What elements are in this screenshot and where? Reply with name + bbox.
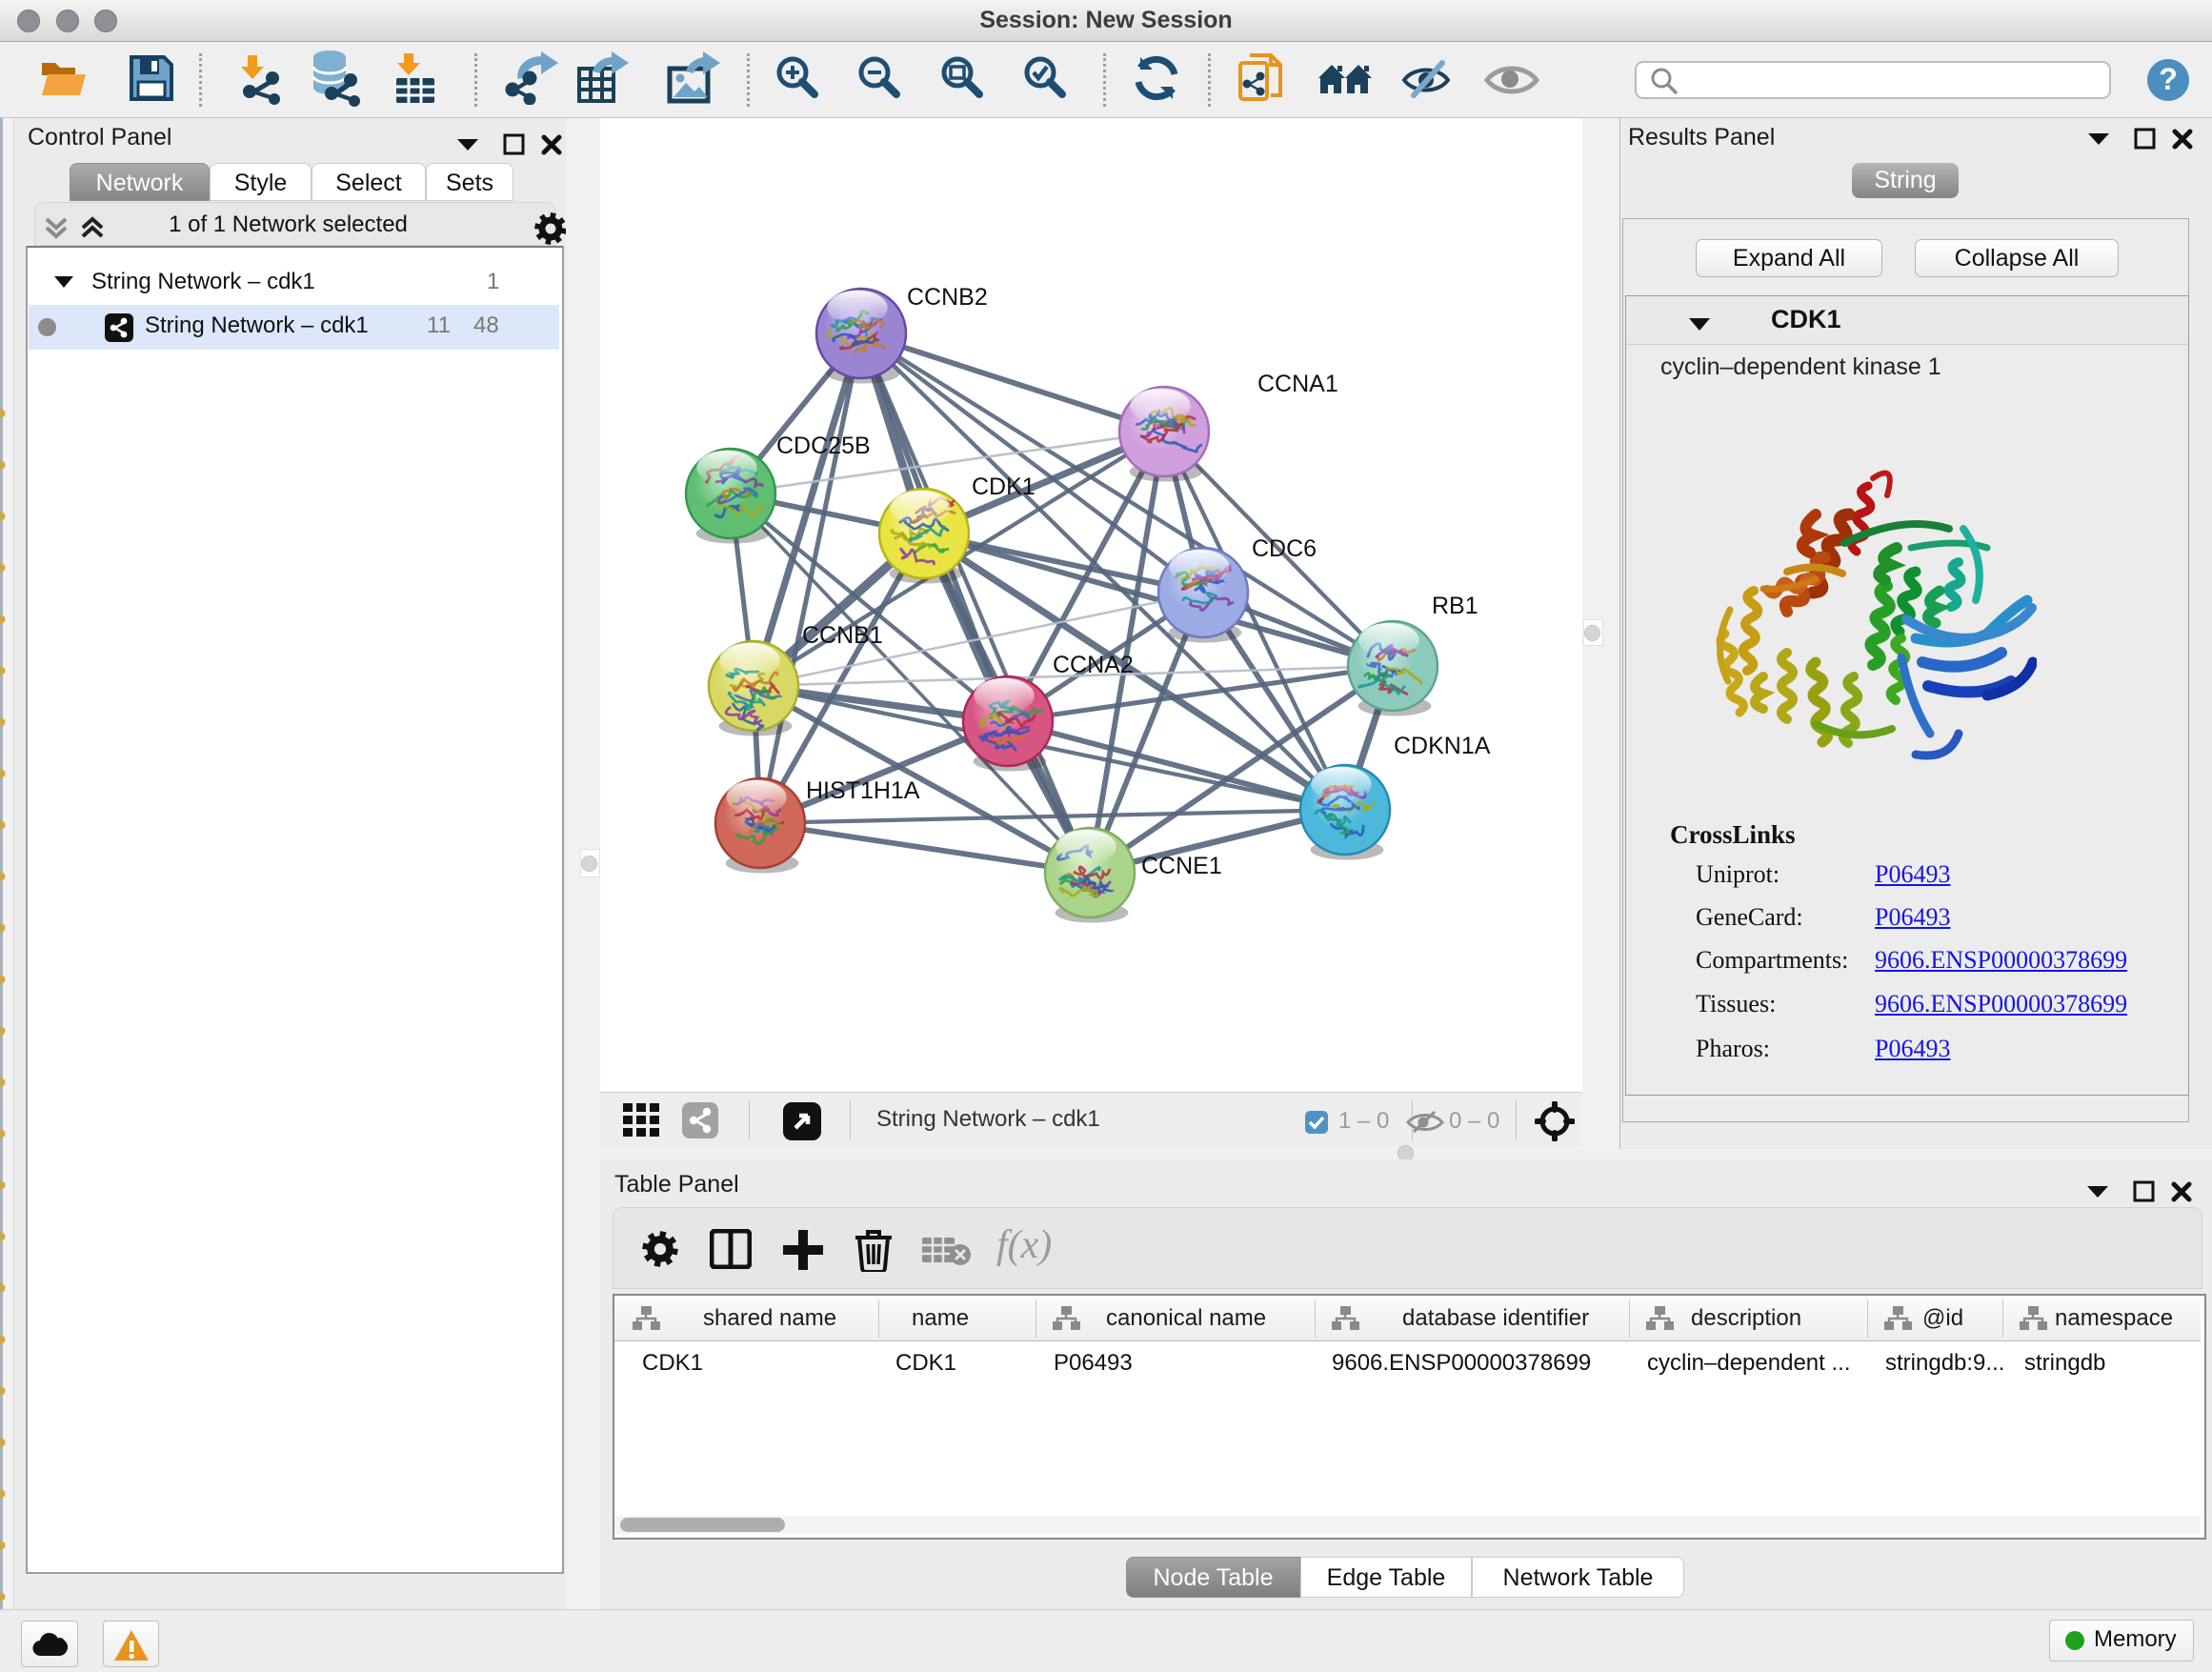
svg-text:CDC25B: CDC25B — [776, 433, 871, 459]
svg-text:CCNB2: CCNB2 — [907, 284, 988, 311]
svg-text:HIST1H1A: HIST1H1A — [806, 777, 920, 804]
svg-text:CCNB1: CCNB1 — [802, 622, 883, 649]
svg-text:CCNE1: CCNE1 — [1141, 853, 1222, 879]
svg-text:CDC6: CDC6 — [1252, 535, 1317, 562]
svg-text:CDKN1A: CDKN1A — [1394, 733, 1491, 759]
svg-text:CCNA2: CCNA2 — [1053, 652, 1134, 678]
svg-text:?: ? — [2159, 62, 2178, 96]
svg-text:RB1: RB1 — [1432, 593, 1478, 619]
svg-text:CCNA1: CCNA1 — [1257, 371, 1338, 397]
svg-text:CDK1: CDK1 — [972, 473, 1036, 500]
